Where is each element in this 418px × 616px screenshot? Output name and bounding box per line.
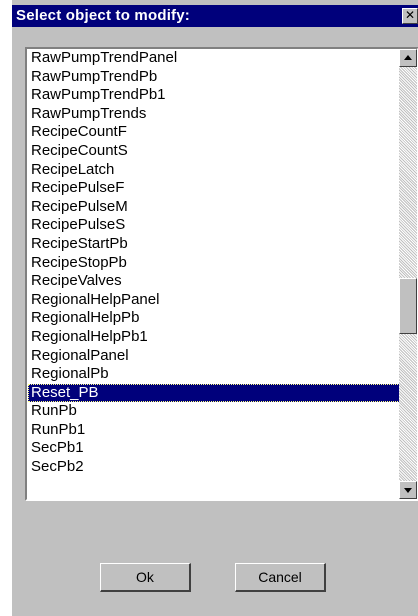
object-list[interactable]: RawPumpTrendPanel RawPumpTrendPb RawPumpTr… (28, 49, 400, 477)
title-bar[interactable]: Select object to modify: ✕ (12, 5, 418, 27)
list-item[interactable]: RecipeCountS (28, 142, 400, 161)
list-item[interactable]: RawPumpTrendPanel (28, 49, 400, 68)
list-item[interactable]: RecipePulseS (28, 216, 400, 235)
list-item[interactable]: RecipeLatch (28, 161, 400, 180)
list-item[interactable]: RegionalHelpPb (28, 309, 400, 328)
scroll-down-button[interactable] (399, 481, 417, 499)
list-item[interactable]: RecipeCountF (28, 123, 400, 142)
scroll-up-button[interactable] (399, 49, 417, 67)
list-item[interactable]: RunPb1 (28, 421, 400, 440)
close-icon[interactable]: ✕ (402, 8, 418, 24)
list-item[interactable]: SecPb2 (28, 458, 400, 477)
list-item[interactable]: RegionalHelpPanel (28, 291, 400, 310)
list-item[interactable]: RecipePulseF (28, 179, 400, 198)
object-listbox[interactable]: RawPumpTrendPanel RawPumpTrendPb RawPumpTr… (25, 47, 418, 501)
dialog-title: Select object to modify: (16, 7, 190, 24)
up-arrow-icon (404, 55, 412, 60)
list-item[interactable]: RegionalPanel (28, 347, 400, 366)
list-item[interactable]: RawPumpTrends (28, 105, 400, 124)
select-object-dialog: Select object to modify: ✕ RawPumpTrendP… (11, 0, 418, 616)
list-item[interactable]: Reset_PB (28, 383, 400, 403)
down-arrow-icon (404, 488, 412, 493)
vertical-scrollbar[interactable] (399, 49, 417, 499)
list-item[interactable]: RecipePulseM (28, 198, 400, 217)
ok-button[interactable]: Ok (100, 563, 191, 592)
list-item[interactable]: SecPb1 (28, 439, 400, 458)
cancel-button[interactable]: Cancel (235, 563, 326, 592)
list-item[interactable]: RecipeStartPb (28, 235, 400, 254)
list-item[interactable]: RawPumpTrendPb (28, 68, 400, 87)
list-item[interactable]: RegionalPb (28, 365, 400, 384)
list-item[interactable]: RecipeValves (28, 272, 400, 291)
list-item[interactable]: RawPumpTrendPb1 (28, 86, 400, 105)
list-item[interactable]: RunPb (28, 402, 400, 421)
list-item[interactable]: RecipeStopPb (28, 254, 400, 273)
scrollbar-thumb[interactable] (399, 278, 417, 334)
list-item[interactable]: RegionalHelpPb1 (28, 328, 400, 347)
